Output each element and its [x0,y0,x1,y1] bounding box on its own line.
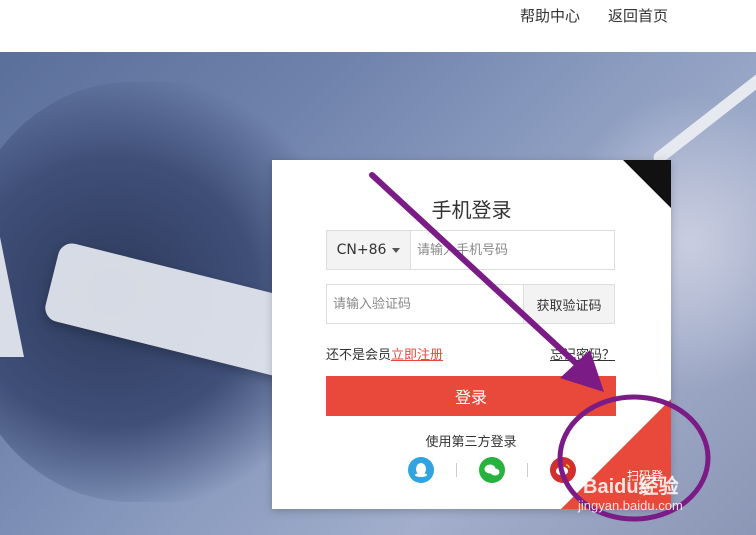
country-code-value: CN+86 [336,242,387,258]
caret-down-icon [392,247,401,253]
qq-icon[interactable] [408,457,434,483]
top-links: 帮助中心 返回首页 [520,6,668,26]
top-bar: 帮助中心 返回首页 [0,0,756,52]
back-home-link[interactable]: 返回首页 [608,6,668,26]
separator [456,463,457,477]
help-center-link[interactable]: 帮助中心 [520,6,580,26]
login-button[interactable]: 登录 [326,376,616,416]
get-code-button[interactable]: 获取验证码 [523,285,614,323]
login-card: 手机登录 CN+86 获取验证码 还不是会员立即注册 忘记密码？ 登录 使用第三… [272,160,671,509]
register-link[interactable]: 立即注册 [391,348,443,363]
login-title: 手机登录 [431,198,512,222]
verification-code-input[interactable] [327,285,523,323]
weibo-icon[interactable] [550,457,576,483]
not-member-text: 还不是会员 [326,348,392,363]
forgot-password-link[interactable]: 忘记密码？ [550,344,615,363]
weibo-glyph-icon [556,464,570,476]
account-links: 还不是会员立即注册 忘记密码？ [326,344,615,363]
separator [527,463,528,477]
wechat-icon[interactable] [479,457,505,483]
third-party-label: 使用第三方登录 [425,435,517,450]
baidu-watermark-url: jingyan.baidu.com [578,498,683,513]
baidu-watermark: Baidu经验 [583,476,679,498]
social-login-icons [408,457,576,483]
phone-input[interactable] [411,231,614,269]
qq-glyph-icon [415,463,427,477]
country-code-select[interactable]: CN+86 [327,231,411,269]
wechat-glyph-icon [484,464,500,476]
phone-row: CN+86 [326,230,615,270]
code-row: 获取验证码 [326,284,615,324]
